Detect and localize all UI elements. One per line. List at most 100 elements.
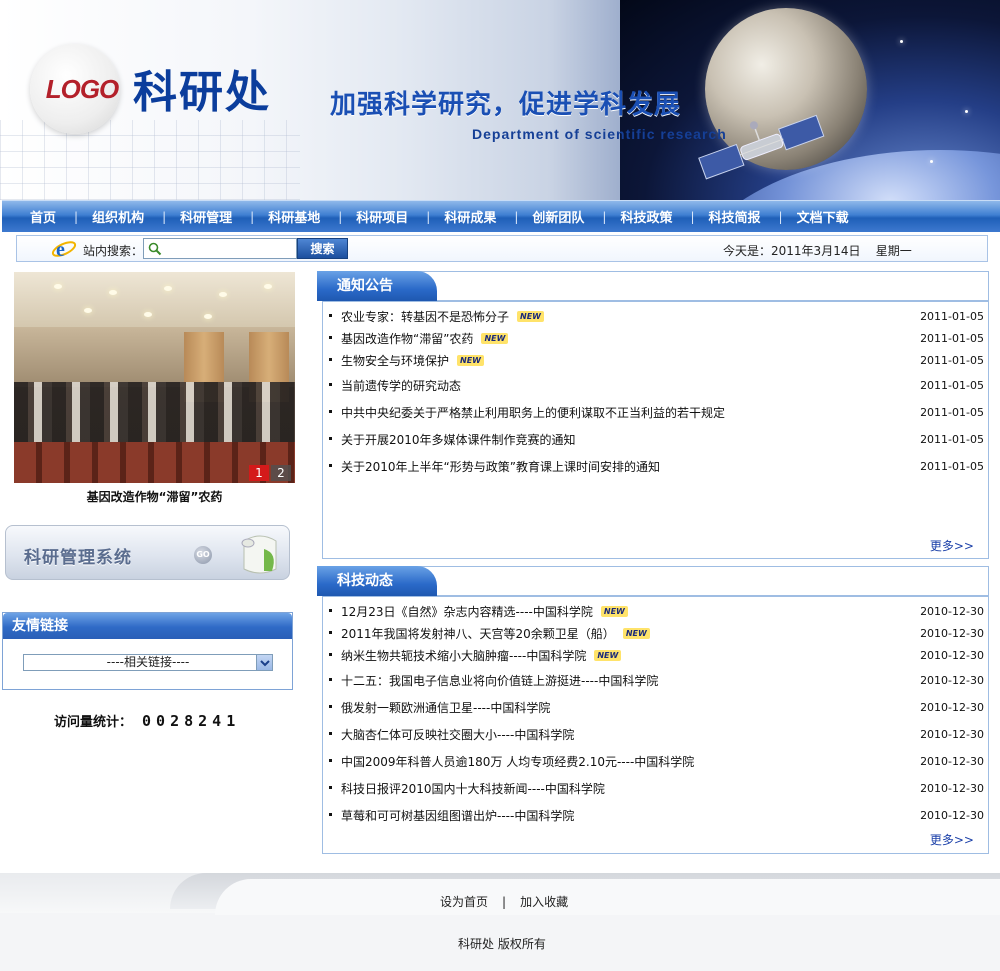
- news-title[interactable]: 关于2010年上半年“形势与政策”教育课上课时间安排的通知: [341, 458, 660, 475]
- new-badge-icon: NEW: [457, 355, 484, 366]
- notices-heading[interactable]: 通知公告: [317, 271, 437, 301]
- news-title[interactable]: 中共中央纪委关于严格禁止利用职务上的便利谋取不正当利益的若干规定: [341, 404, 725, 421]
- add-favorite-link[interactable]: 加入收藏: [520, 895, 568, 909]
- nav-separator: |: [162, 209, 167, 224]
- notices-panel: 通知公告 农业专家：转基因不是恐怖分子 NEW 2011-01-05 基因改造作物…: [317, 271, 989, 559]
- list-item[interactable]: 中国2009年科普人员逾180万 人均专项经费2.10元----中国科学院 20…: [329, 751, 984, 773]
- news-date: 2011-01-05: [920, 332, 984, 345]
- news-date: 2011-01-05: [920, 379, 984, 392]
- list-item[interactable]: 生物安全与环境保护 NEW 2011-01-05: [329, 350, 984, 372]
- photo-lamp: [54, 284, 62, 289]
- tech-news-more-link[interactable]: 更多>>: [930, 831, 974, 848]
- friend-links-select-value: ----相关链接----: [106, 655, 190, 669]
- set-homepage-link[interactable]: 设为首页: [440, 895, 488, 909]
- news-date: 2011-01-05: [920, 460, 984, 473]
- visit-counter-value: 0028241: [142, 712, 241, 730]
- news-title[interactable]: 12月23日《自然》杂志内容精选----中国科学院 NEW: [341, 603, 628, 620]
- friend-links-select[interactable]: ----相关链接----: [23, 654, 273, 671]
- date-label: 今天是：: [723, 244, 772, 258]
- list-item[interactable]: 科技日报评2010国内十大科技新闻----中国科学院 2010-12-30: [329, 778, 984, 800]
- copyright-text: 科研处 版权所有: [458, 937, 546, 951]
- list-item[interactable]: 中共中央纪委关于严格禁止利用职务上的便利谋取不正当利益的若干规定 2011-01…: [329, 402, 984, 424]
- nav-item-research-bases[interactable]: 科研基地: [268, 207, 320, 226]
- main-nav: 首页 | 组织机构 | 科研管理 | 科研基地 | 科研项目 | 科研成果 | …: [2, 200, 1000, 232]
- nav-item-innovation-teams[interactable]: 创新团队: [532, 207, 584, 226]
- nav-item-tech-policy[interactable]: 科技政策: [620, 207, 672, 226]
- news-title[interactable]: 大脑杏仁体可反映社交圈大小----中国科学院: [341, 726, 574, 743]
- tech-news-panel: 科技动态 12月23日《自然》杂志内容精选----中国科学院 NEW 2010-1…: [317, 566, 989, 854]
- bullet-icon: [329, 631, 332, 634]
- photo-lamp: [164, 286, 172, 291]
- research-system-banner[interactable]: 科研管理系统 GO: [5, 525, 290, 580]
- list-item[interactable]: 大脑杏仁体可反映社交圈大小----中国科学院 2010-12-30: [329, 724, 984, 746]
- bullet-icon: [329, 732, 332, 735]
- chevron-down-icon[interactable]: [256, 655, 272, 670]
- new-badge-icon: NEW: [517, 311, 544, 322]
- slideshow-image[interactable]: 1 2: [14, 272, 295, 483]
- news-title-text: 2011年我国将发射神八、天宫等20余颗卫星（船）: [341, 627, 615, 641]
- news-title[interactable]: 农业专家：转基因不是恐怖分子 NEW: [341, 308, 544, 325]
- bullet-icon: [329, 705, 332, 708]
- list-item[interactable]: 农业专家：转基因不是恐怖分子 NEW 2011-01-05: [329, 306, 984, 328]
- nav-separator: |: [690, 209, 695, 224]
- search-input[interactable]: [143, 238, 297, 259]
- list-item[interactable]: 基因改造作物“滞留”农药 NEW 2011-01-05: [329, 328, 984, 350]
- news-title[interactable]: 2011年我国将发射神八、天宫等20余颗卫星（船） NEW: [341, 625, 650, 642]
- tech-news-heading[interactable]: 科技动态: [317, 566, 437, 596]
- nav-item-organization[interactable]: 组织机构: [92, 207, 144, 226]
- nav-item-research-projects[interactable]: 科研项目: [356, 207, 408, 226]
- list-item[interactable]: 当前遗传学的研究动态 2011-01-05: [329, 375, 984, 397]
- news-title[interactable]: 十二五：我国电子信息业将向价值链上游挺进----中国科学院: [341, 672, 658, 689]
- notices-more-link[interactable]: 更多>>: [930, 537, 974, 554]
- slideshow-page-1[interactable]: 1: [249, 465, 269, 481]
- news-title-text: 12月23日《自然》杂志内容精选----中国科学院: [341, 605, 593, 619]
- tech-news-list: 12月23日《自然》杂志内容精选----中国科学院 NEW 2010-12-30 …: [329, 601, 984, 827]
- nav-item-downloads[interactable]: 文档下载: [797, 207, 849, 226]
- search-label: 站内搜索：: [83, 244, 144, 258]
- news-title-text: 纳米生物共轭技术缩小大脑肿瘤----中国科学院: [341, 649, 587, 663]
- new-badge-icon: NEW: [622, 628, 650, 639]
- nav-item-home[interactable]: 首页: [30, 207, 56, 226]
- news-title[interactable]: 基因改造作物“滞留”农药 NEW: [341, 330, 509, 347]
- photo-lamp: [109, 290, 117, 295]
- slideshow-caption[interactable]: 基因改造作物“滞留”农药: [14, 488, 295, 505]
- nav-item-research-results[interactable]: 科研成果: [444, 207, 496, 226]
- header-banner: LOGO 科研处 加强科学研究，促进学科发展 Department of sci…: [0, 0, 1000, 200]
- news-title[interactable]: 纳米生物共轭技术缩小大脑肿瘤----中国科学院 NEW: [341, 647, 622, 664]
- list-item[interactable]: 十二五：我国电子信息业将向价值链上游挺进----中国科学院 2010-12-30: [329, 670, 984, 692]
- list-item[interactable]: 12月23日《自然》杂志内容精选----中国科学院 NEW 2010-12-30: [329, 601, 984, 623]
- notices-list: 农业专家：转基因不是恐怖分子 NEW 2011-01-05 基因改造作物“滞留”农…: [329, 306, 984, 478]
- news-title[interactable]: 生物安全与环境保护 NEW: [341, 352, 484, 369]
- current-date: 今天是：2011年3月14日 星期一: [723, 242, 912, 259]
- list-item[interactable]: 关于2010年上半年“形势与政策”教育课上课时间安排的通知 2011-01-05: [329, 456, 984, 478]
- list-item[interactable]: 俄发射一颗欧洲通信卫星----中国科学院 2010-12-30: [329, 697, 984, 719]
- nav-item-tech-briefing[interactable]: 科技简报: [709, 207, 761, 226]
- photo-lamp: [144, 312, 152, 317]
- news-title[interactable]: 科技日报评2010国内十大科技新闻----中国科学院: [341, 780, 605, 797]
- bullet-icon: [329, 437, 332, 440]
- nav-separator: |: [778, 209, 783, 224]
- logo[interactable]: LOGO: [30, 44, 120, 134]
- list-item[interactable]: 2011年我国将发射神八、天宫等20余颗卫星（船） NEW 2010-12-30: [329, 623, 984, 645]
- slideshow-page-2[interactable]: 2: [271, 465, 291, 481]
- nav-item-research-management[interactable]: 科研管理: [180, 207, 232, 226]
- list-item[interactable]: 纳米生物共轭技术缩小大脑肿瘤----中国科学院 NEW 2010-12-30: [329, 645, 984, 667]
- news-title[interactable]: 中国2009年科普人员逾180万 人均专项经费2.10元----中国科学院: [341, 753, 694, 770]
- list-item[interactable]: 关于开展2010年多媒体课件制作竞赛的通知 2011-01-05: [329, 429, 984, 451]
- go-icon: GO: [194, 546, 212, 564]
- news-title[interactable]: 当前遗传学的研究动态: [341, 377, 461, 394]
- friend-links-heading: 友情链接: [3, 613, 292, 639]
- news-title[interactable]: 俄发射一颗欧洲通信卫星----中国科学院: [341, 699, 550, 716]
- news-date: 2010-12-30: [920, 782, 984, 795]
- footer-separator: |: [502, 895, 507, 909]
- internet-explorer-icon: e: [51, 239, 77, 261]
- search-button[interactable]: 搜索: [297, 238, 348, 259]
- new-badge-icon: NEW: [594, 650, 622, 661]
- scroll-icon: [241, 535, 277, 574]
- news-title[interactable]: 草莓和可可树基因组图谱出炉----中国科学院: [341, 807, 574, 824]
- site-title: 科研处: [133, 67, 271, 118]
- news-title[interactable]: 关于开展2010年多媒体课件制作竞赛的通知: [341, 431, 576, 448]
- star-decoration: [930, 160, 933, 163]
- list-item[interactable]: 草莓和可可树基因组图谱出炉----中国科学院 2010-12-30: [329, 805, 984, 827]
- visit-counter-label: 访问量统计：: [54, 715, 133, 730]
